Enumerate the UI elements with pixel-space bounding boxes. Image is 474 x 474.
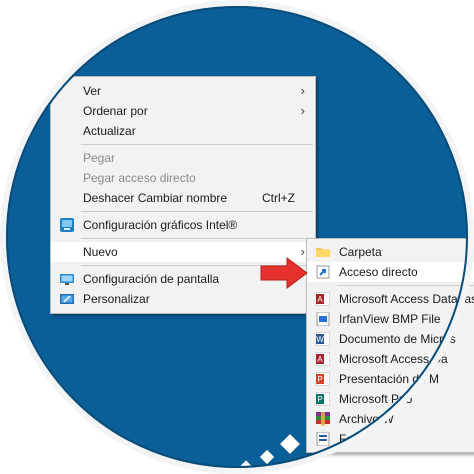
menu-item-label: Nuevo — [83, 245, 118, 259]
menu-item-label: Pegar — [83, 151, 116, 165]
intel-graphics-icon — [60, 218, 74, 232]
menu-item-ordenar-por[interactable]: Ordenar por › — [51, 101, 315, 121]
submenu-item-label: Carpeta — [339, 245, 382, 259]
menu-item-personalizar[interactable]: Personalizar — [51, 289, 315, 309]
submenu-item-access-database[interactable]: A Microsoft Access Databas — [307, 289, 474, 309]
menu-item-label: Personalizar — [83, 292, 150, 306]
svg-text:P: P — [317, 395, 322, 404]
menu-separator — [81, 238, 313, 239]
menu-item-shortcut: Ctrl+Z — [262, 191, 295, 205]
svg-text:A: A — [317, 355, 323, 364]
personalize-icon — [60, 294, 74, 304]
menu-item-label: Configuración de pantalla — [83, 272, 220, 286]
menu-separator — [81, 211, 313, 212]
submenu-item-label: Microsoft Access Da — [339, 352, 448, 366]
menu-item-ver[interactable]: Ver › — [51, 81, 315, 101]
chevron-right-icon: › — [300, 83, 305, 98]
chevron-right-icon: › — [300, 103, 305, 118]
submenu-item-label: Presentación de M — [339, 372, 440, 386]
menu-separator — [81, 144, 313, 145]
submenu-item-irfanview-bmp[interactable]: IrfanView BMP File — [307, 309, 474, 329]
menu-item-label: Ordenar por — [83, 104, 148, 118]
submenu-item-documento-word[interactable]: W Documento de Micros — [307, 329, 474, 349]
powerpoint-icon: P — [316, 372, 330, 386]
winrar-icon — [316, 412, 330, 426]
menu-separator — [337, 285, 474, 286]
svg-text:W: W — [316, 335, 324, 344]
submenu-item-fo[interactable]: Fo — [307, 429, 474, 449]
submenu-item-access-da[interactable]: A Microsoft Access Da — [307, 349, 474, 369]
new-submenu: Carpeta Acceso directo A Microsoft Acces… — [306, 238, 474, 453]
menu-item-deshacer[interactable]: Deshacer Cambiar nombre Ctrl+Z — [51, 188, 315, 208]
menu-item-label: Ver — [83, 84, 102, 98]
submenu-item-label: Microsoft Pub — [339, 392, 413, 406]
svg-text:P: P — [317, 375, 322, 384]
document-icon — [316, 432, 330, 446]
menu-item-label: Actualizar — [83, 124, 136, 138]
submenu-item-carpeta[interactable]: Carpeta — [307, 242, 474, 262]
submenu-item-label: IrfanView BMP File — [339, 312, 441, 326]
submenu-item-label: Documento de Micros — [339, 332, 456, 346]
bmp-file-icon — [316, 312, 330, 326]
access-icon: A — [316, 292, 330, 306]
red-pointer-arrow-icon — [260, 257, 308, 289]
menu-item-actualizar[interactable]: Actualizar — [51, 121, 315, 141]
menu-item-label: Pegar acceso directo — [83, 171, 196, 185]
submenu-item-label: Acceso directo — [339, 265, 418, 279]
svg-text:A: A — [317, 295, 323, 304]
submenu-item-acceso-directo[interactable]: Acceso directo — [307, 262, 474, 282]
publisher-icon: P — [316, 392, 330, 406]
menu-item-pegar-acceso-directo[interactable]: Pegar acceso directo — [51, 168, 315, 188]
submenu-item-publisher[interactable]: P Microsoft Pub — [307, 389, 474, 409]
access-icon: A — [316, 352, 330, 366]
shortcut-icon — [316, 265, 330, 279]
menu-item-pegar[interactable]: Pegar — [51, 148, 315, 168]
submenu-item-presentacion[interactable]: P Presentación de M — [307, 369, 474, 389]
submenu-item-label: Fo — [339, 432, 354, 446]
submenu-item-label: Microsoft Access Databas — [339, 292, 474, 306]
display-settings-icon — [60, 274, 74, 285]
folder-icon — [316, 248, 330, 257]
menu-item-label: Configuración gráficos Intel® — [83, 218, 238, 232]
screenshot-stage: Ver › Ordenar por › Actualizar Pegar Peg… — [0, 0, 474, 474]
submenu-item-archivo-winrar[interactable]: Archivo W — [307, 409, 474, 429]
menu-item-intel-graphics[interactable]: Configuración gráficos Intel® — [51, 215, 315, 235]
menu-item-label: Deshacer Cambiar nombre — [83, 191, 228, 205]
word-icon: W — [316, 332, 330, 346]
submenu-item-label: Archivo W — [339, 412, 394, 426]
